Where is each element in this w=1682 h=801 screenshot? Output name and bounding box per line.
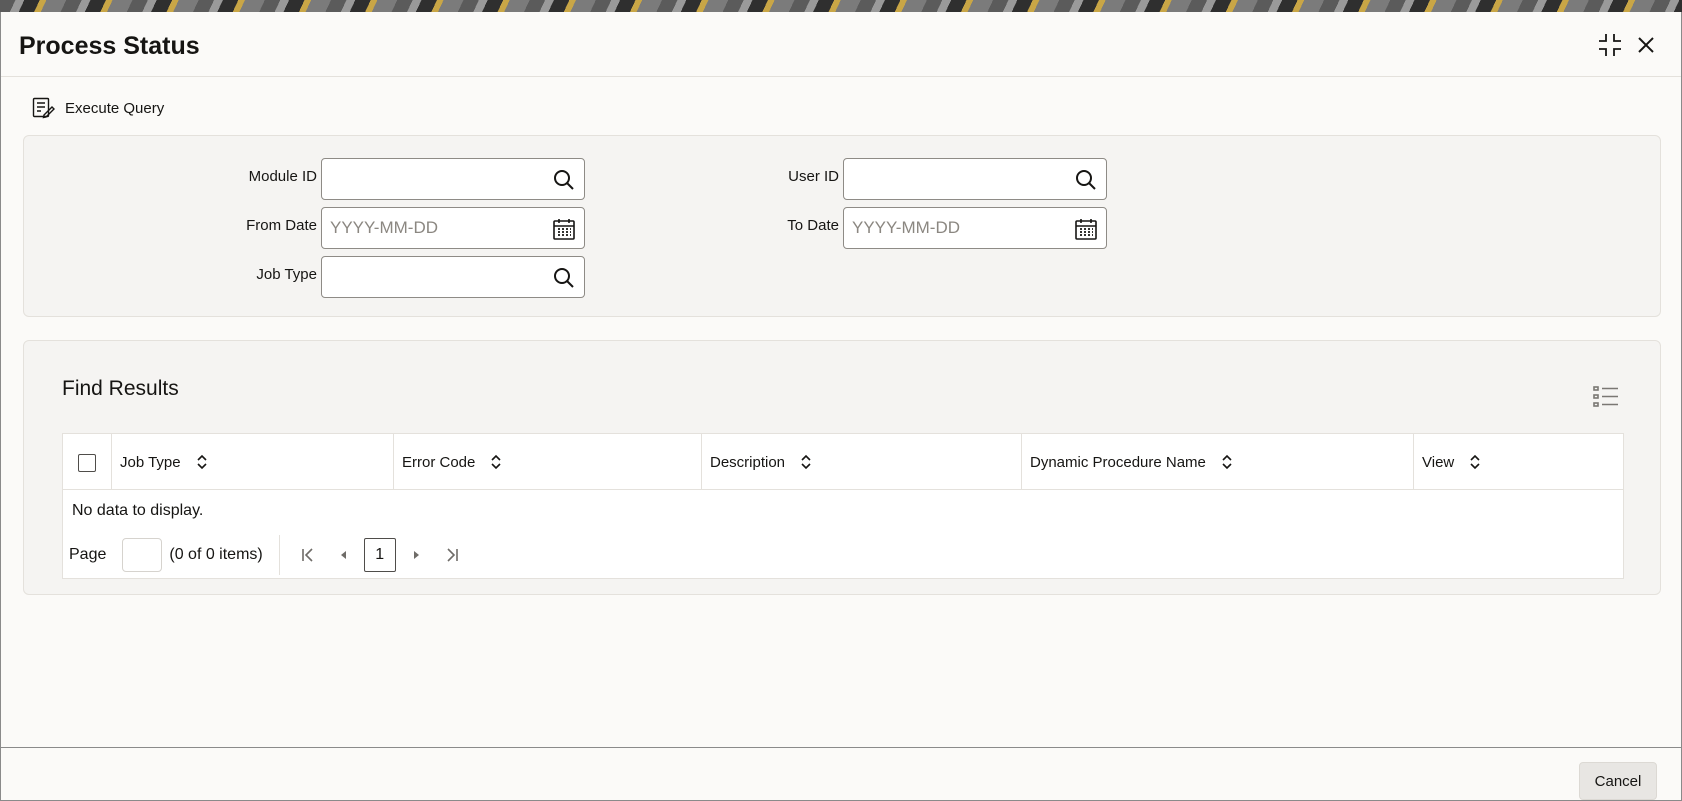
- search-icon[interactable]: [552, 266, 576, 290]
- to-date-field: [843, 207, 1107, 249]
- execute-query-button[interactable]: Execute Query: [31, 94, 164, 122]
- find-results-title: Find Results: [62, 377, 179, 400]
- prev-page-icon[interactable]: [330, 540, 358, 570]
- pager-divider: [278, 535, 280, 575]
- calendar-icon[interactable]: [552, 217, 576, 241]
- user-id-label: User ID: [788, 168, 839, 185]
- page-item-count: (0 of 0 items): [169, 546, 263, 563]
- process-status-window: Process Status Execute Query Module ID U…: [0, 12, 1682, 801]
- column-header-view[interactable]: View: [1413, 434, 1623, 490]
- results-table: Job Type Error Code Description Dynamic …: [62, 433, 1624, 579]
- search-criteria-panel: Module ID User ID From Date To Dat: [23, 135, 1661, 317]
- first-page-icon[interactable]: [294, 540, 322, 570]
- module-id-label: Module ID: [248, 168, 317, 185]
- search-icon[interactable]: [552, 168, 576, 192]
- from-date-input[interactable]: [322, 208, 542, 248]
- column-label: Error Code: [402, 453, 476, 471]
- next-page-icon[interactable]: [402, 540, 430, 570]
- last-page-icon[interactable]: [438, 540, 466, 570]
- column-header-job-type[interactable]: Job Type: [111, 434, 393, 490]
- user-id-field: [843, 158, 1107, 200]
- title-divider: [1, 76, 1681, 77]
- footer-divider: [1, 747, 1681, 748]
- column-label: Job Type: [120, 453, 181, 471]
- from-date-label: From Date: [246, 217, 317, 234]
- module-id-field: [321, 158, 585, 200]
- execute-query-label: Execute Query: [65, 99, 165, 117]
- column-header-dynamic-procedure-name[interactable]: Dynamic Procedure Name: [1021, 434, 1413, 490]
- calendar-icon[interactable]: [1074, 217, 1098, 241]
- column-label: View: [1422, 453, 1455, 471]
- list-view-icon[interactable]: [1592, 383, 1620, 411]
- close-icon[interactable]: [1631, 30, 1661, 60]
- sort-icon: [801, 454, 811, 470]
- find-results-panel: Find Results Job Type Error Code Descrip…: [23, 340, 1661, 595]
- sort-icon: [1470, 454, 1480, 470]
- page-title: Process Status: [19, 32, 200, 60]
- sort-icon: [1222, 454, 1232, 470]
- from-date-field: [321, 207, 585, 249]
- empty-table-message: No data to display.: [72, 502, 204, 519]
- execute-query-icon: [32, 97, 55, 119]
- column-label: Dynamic Procedure Name: [1030, 453, 1206, 471]
- header-banner: [0, 0, 1682, 12]
- module-id-input[interactable]: [322, 159, 542, 199]
- job-type-label: Job Type: [256, 266, 317, 283]
- sort-icon: [197, 454, 207, 470]
- pagination: Page (0 of 0 items) 1: [69, 535, 466, 575]
- maximize-icon[interactable]: [1595, 30, 1625, 60]
- column-label: Description: [710, 453, 786, 471]
- current-page-button[interactable]: 1: [363, 538, 396, 572]
- job-type-input[interactable]: [322, 257, 542, 297]
- job-type-field: [321, 256, 585, 298]
- select-all-checkbox[interactable]: [78, 454, 96, 472]
- column-header-description[interactable]: Description: [701, 434, 1021, 490]
- user-id-input[interactable]: [844, 159, 1064, 199]
- sort-icon: [491, 454, 501, 470]
- to-date-label: To Date: [787, 217, 839, 234]
- to-date-input[interactable]: [844, 208, 1064, 248]
- page-label: Page: [69, 546, 107, 563]
- search-icon[interactable]: [1074, 168, 1098, 192]
- cancel-button[interactable]: Cancel: [1579, 762, 1657, 800]
- page-number-input[interactable]: [122, 538, 163, 572]
- column-header-error-code[interactable]: Error Code: [393, 434, 701, 490]
- table-header: Job Type Error Code Description Dynamic …: [63, 434, 1623, 490]
